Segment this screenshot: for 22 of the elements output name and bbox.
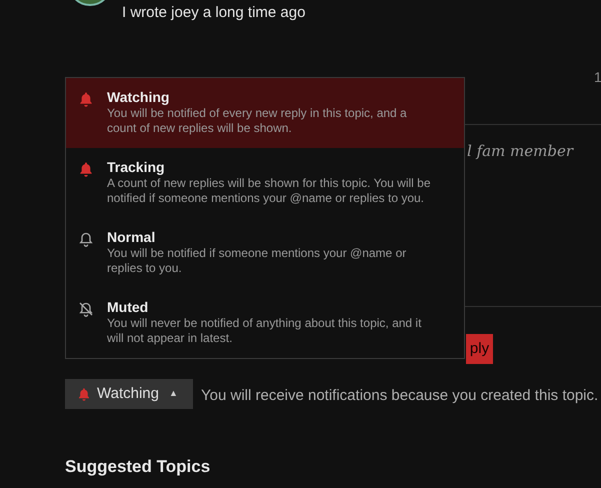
caret-icon: ▲ bbox=[168, 387, 178, 401]
option-description: You will be notified if someone mentions your @name or replies to you. bbox=[107, 246, 408, 276]
menu-option[interactable]: Watching You will be notified of every new reply in this topic, and a count of new replies will be shown. bbox=[66, 78, 464, 148]
notification-reason: You will receive notifications because you created this topic. bbox=[201, 386, 598, 406]
post-counter: 1 bbox=[594, 68, 601, 87]
option-title: Watching bbox=[107, 89, 170, 106]
bell-icon bbox=[78, 161, 94, 177]
bell-icon bbox=[78, 91, 94, 107]
option-description: A count of new replies will be shown for this topic. You will be notified if someone mentions your @name or replies to you. bbox=[107, 176, 432, 206]
reply-button[interactable]: ply bbox=[466, 334, 493, 364]
bell-icon bbox=[77, 387, 91, 401]
notification-button[interactable]: Watching ▲ bbox=[65, 379, 193, 409]
section-heading: Suggested Topics bbox=[65, 456, 210, 478]
user-title: l fam member bbox=[467, 141, 574, 162]
option-description: You will never be notified of anything about this topic, and it will not appear in latest. bbox=[107, 316, 422, 346]
post-text: I wrote joey a long time ago bbox=[122, 3, 306, 23]
bell-outline-icon bbox=[78, 231, 94, 247]
option-description: You will be notified of every new reply in this topic, and a count of new replies will be shown. bbox=[107, 106, 408, 136]
option-title: Muted bbox=[107, 299, 150, 316]
option-title: Tracking bbox=[107, 159, 166, 176]
bell-slash-icon bbox=[78, 301, 94, 317]
option-title: Normal bbox=[107, 229, 156, 246]
